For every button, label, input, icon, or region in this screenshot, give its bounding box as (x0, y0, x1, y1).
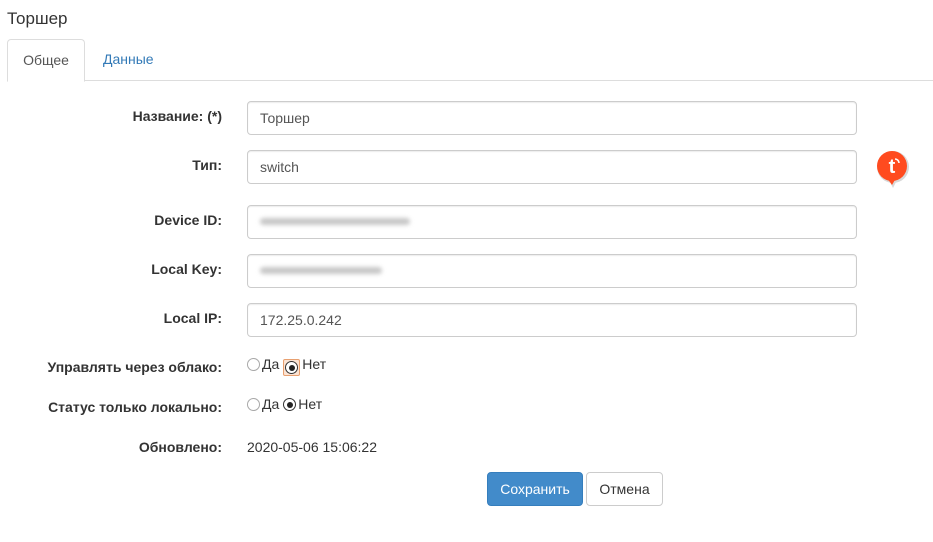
focus-ring (283, 359, 301, 376)
cloud-control-yes-label: Да (262, 356, 280, 372)
local-ip-input[interactable]: 172.25.0.242 (247, 303, 857, 337)
local-status-label: Статус только локально: (48, 399, 222, 415)
local-status-yes-label: Да (262, 396, 280, 412)
type-label: Тип: (192, 157, 222, 173)
cloud-control-radio-group: Да Нет (247, 356, 330, 376)
redacted-value (260, 267, 382, 275)
device-id-label: Device ID: (154, 212, 222, 228)
device-id-input[interactable] (247, 205, 857, 239)
cloud-control-no-radio[interactable] (285, 361, 299, 374)
tab-bar: Общее Данные (7, 39, 933, 82)
local-key-input[interactable] (247, 254, 857, 288)
redacted-value (260, 218, 410, 226)
tab-data[interactable]: Данные (88, 39, 169, 81)
tuya-logo-icon: t (877, 151, 909, 188)
cancel-button[interactable]: Отмена (586, 472, 663, 506)
updated-value: 2020-05-06 15:06:22 (247, 439, 377, 455)
local-status-no-label: Нет (298, 396, 323, 412)
cloud-control-no-label: Нет (302, 356, 327, 372)
name-input[interactable]: Торшер (247, 101, 857, 135)
updated-label: Обновлено: (138, 439, 222, 455)
local-status-yes-radio[interactable] (247, 398, 260, 411)
local-status-radio-group: Да Нет (247, 396, 326, 412)
save-button[interactable]: Сохранить (487, 472, 583, 506)
local-status-no-radio[interactable] (283, 398, 297, 411)
svg-text:t: t (889, 156, 896, 178)
local-key-label: Local Key: (151, 261, 222, 277)
tab-general[interactable]: Общее (7, 39, 85, 82)
name-label: Название: (*) (132, 108, 222, 124)
type-input[interactable]: switch (247, 150, 857, 184)
page-title: Торшер (7, 9, 68, 28)
cloud-control-yes-radio[interactable] (247, 358, 260, 371)
local-ip-label: Local IP: (163, 310, 222, 326)
cloud-control-label: Управлять через облако: (47, 359, 222, 375)
